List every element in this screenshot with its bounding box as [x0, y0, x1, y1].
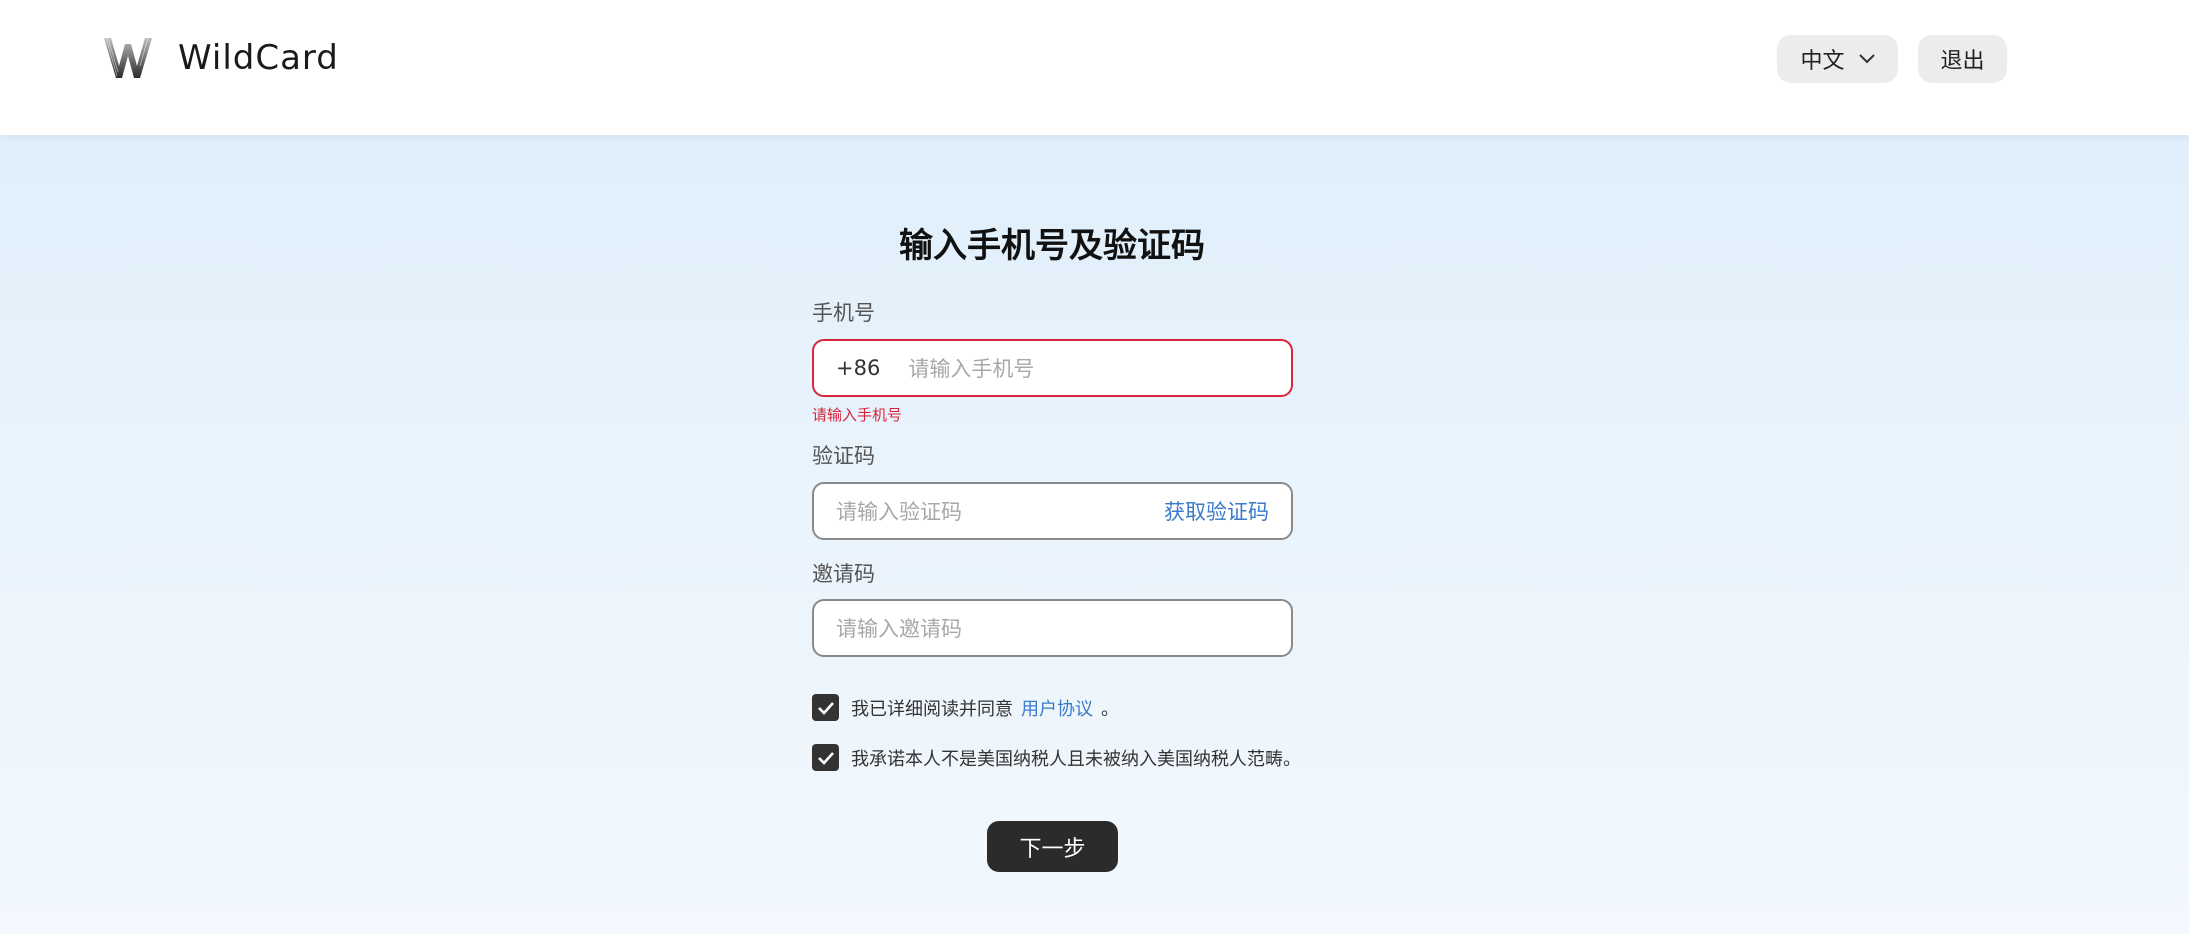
code-input[interactable]: 请输入验证码	[836, 496, 1164, 526]
checkmark-icon	[817, 701, 834, 715]
next-button[interactable]: 下一步	[987, 821, 1118, 872]
code-field[interactable]: 请输入验证码 获取验证码	[812, 482, 1293, 540]
agreement-checkbox[interactable]	[812, 694, 839, 721]
country-code[interactable]: +86	[836, 356, 880, 380]
wildcard-logo-icon	[104, 37, 152, 78]
agreement-suffix: 。	[1101, 698, 1119, 720]
tax-declaration-row: 我承诺本人不是美国纳税人且未被纳入美国纳税人范畴。	[812, 744, 1301, 771]
app-name: WildCard	[178, 38, 339, 78]
tax-declaration-text: 我承诺本人不是美国纳税人且未被纳入美国纳税人范畴。	[851, 748, 1301, 770]
phone-error-message: 请输入手机号	[812, 406, 903, 424]
checkmark-icon	[817, 751, 834, 765]
invite-input[interactable]: 请输入邀请码	[836, 613, 1269, 643]
user-agreement-link[interactable]: 用户协议	[1021, 695, 1093, 721]
page-title: 输入手机号及验证码	[899, 226, 1205, 266]
agreement-text: 我已详细阅读并同意	[851, 698, 1013, 720]
logo[interactable]: WildCard	[102, 36, 339, 80]
phone-label: 手机号	[812, 301, 875, 325]
agreement-row: 我已详细阅读并同意 用户协议 。	[812, 694, 1119, 721]
logout-button[interactable]: 退出	[1918, 35, 2007, 83]
invite-field[interactable]: 请输入邀请码	[812, 599, 1293, 657]
invite-label: 邀请码	[812, 562, 875, 586]
get-code-button[interactable]: 获取验证码	[1164, 496, 1269, 526]
code-label: 验证码	[812, 444, 875, 468]
language-label: 中文	[1800, 49, 1845, 74]
top-header: WildCard 中文 退出	[0, 0, 2189, 135]
tax-declaration-checkbox[interactable]	[812, 744, 839, 771]
chevron-down-icon	[1858, 54, 1875, 64]
phone-field[interactable]: +86 请输入手机号	[812, 339, 1293, 397]
language-selector[interactable]: 中文	[1777, 35, 1898, 83]
phone-input[interactable]: 请输入手机号	[908, 353, 1269, 383]
